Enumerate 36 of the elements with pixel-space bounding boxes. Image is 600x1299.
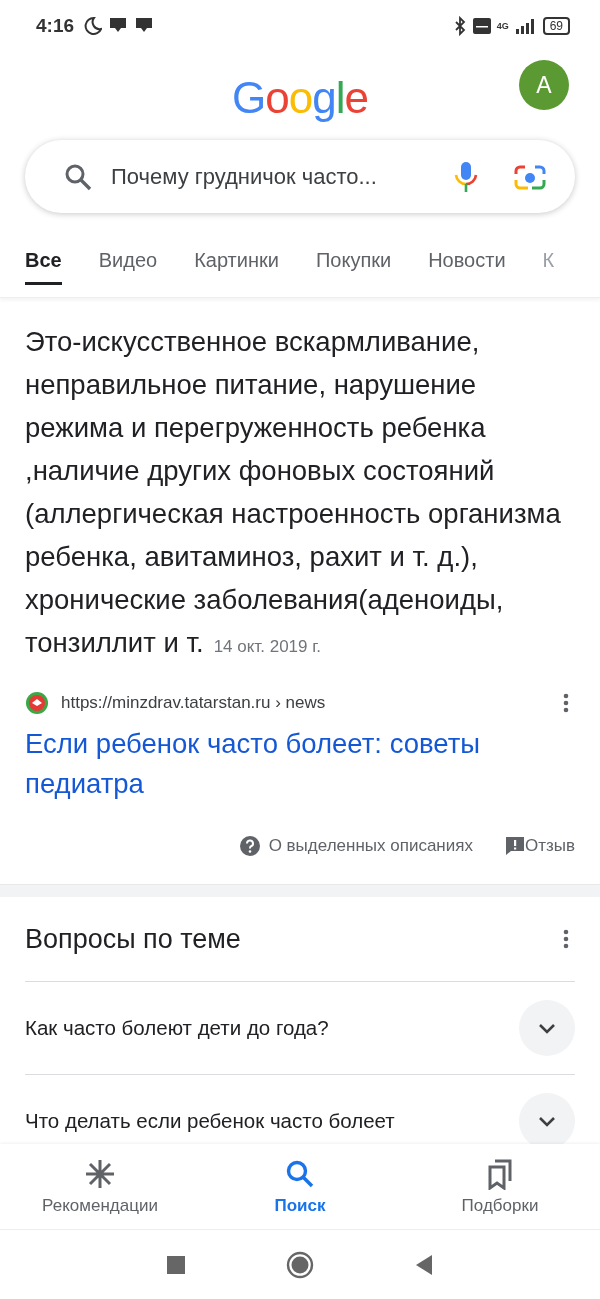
more-options-icon <box>563 929 569 949</box>
search-tab[interactable]: Новости <box>428 235 506 285</box>
nav-tab[interactable]: Подборки <box>415 1144 585 1229</box>
recents-button-icon <box>166 1254 186 1275</box>
search-tab[interactable]: Покупки <box>315 235 392 285</box>
microphone-icon <box>453 160 479 193</box>
home-button-icon <box>286 1250 314 1279</box>
network-type: 4G <box>496 21 509 31</box>
search-tab[interactable]: Картинки <box>194 235 279 285</box>
moon-icon <box>82 16 103 36</box>
account-avatar[interactable]: A <box>519 60 569 110</box>
battery-indicator: 69 <box>542 17 570 35</box>
google-logo: Google <box>232 73 368 123</box>
search-tab[interactable]: Видео <box>98 235 158 285</box>
question-item[interactable]: Как часто болеют дети до года? <box>25 1016 329 1040</box>
back-button-icon <box>414 1253 434 1276</box>
nav-tab[interactable]: Поиск <box>215 1144 385 1229</box>
signal-icon <box>514 17 537 35</box>
feedback-icon <box>504 836 525 856</box>
result-title-link[interactable]: Если ребенок часто болеет: советы педиатра <box>25 724 575 804</box>
site-favicon-icon <box>25 691 49 715</box>
source-url[interactable]: https://minzdrav.tatarstan.ru › news <box>61 693 563 713</box>
volte-icon <box>472 17 491 35</box>
search-field[interactable]: Почему грудничок часто... <box>25 140 575 213</box>
answer-text: Это-искусственное вскармливание, неправильное питание, нарушение режима и перегруженность ребенка ,наличие других фоновых состояний (аллергическая настроенность организма ребенка, авитаминоз, рахит и т. д.), хронические заболевания(аденоиды, тонзиллит и т. 14 окт. 2019 г. <box>25 325 562 660</box>
about-link[interactable]: О выделенных описаниях <box>268 836 473 856</box>
status-time: 4:16 <box>36 15 75 37</box>
bluetooth-icon <box>452 16 467 36</box>
nav-tab[interactable]: Рекомендации <box>15 1144 185 1229</box>
feedback-link[interactable]: Отзыв <box>524 836 575 856</box>
question-item[interactable]: Что делать если ребенок часто болеет <box>25 1109 395 1133</box>
search-tab[interactable]: Все <box>25 235 62 285</box>
more-options-icon <box>563 693 569 713</box>
asterisk-icon <box>84 1157 116 1190</box>
section-heading: Вопросы по теме <box>25 923 241 955</box>
help-icon <box>238 835 261 857</box>
